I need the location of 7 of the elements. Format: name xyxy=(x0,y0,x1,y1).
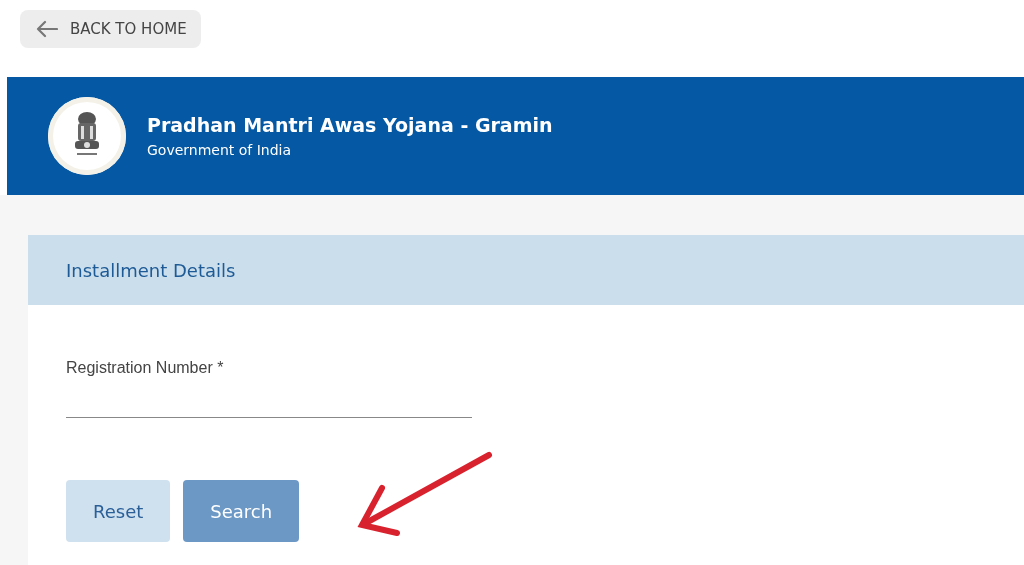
field-label: Registration Number * xyxy=(66,359,225,377)
header-subtitle: Government of India xyxy=(147,142,293,158)
header-title: Pradhan Mantri Awas Yojana - Gramin xyxy=(147,114,553,136)
back-home-button[interactable]: BACK TO HOME xyxy=(20,10,201,48)
secondary-button[interactable]: Reset xyxy=(66,480,171,542)
card-title: Installment Details xyxy=(66,259,236,281)
arrow-left-icon xyxy=(36,20,58,38)
